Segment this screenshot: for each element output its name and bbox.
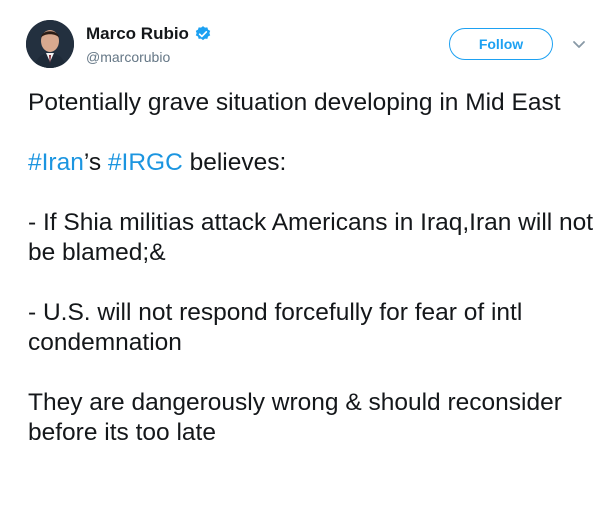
text-segment: ’s [83, 149, 108, 176]
tweet-header: Marco Rubio @marcorubio Follow [26, 18, 601, 78]
tweet-closing: They are dangerously wrong & should reco… [28, 389, 562, 446]
tweet-line-2: #Iran’s #IRGC believes: [28, 148, 598, 178]
author-name[interactable]: Marco Rubio [86, 24, 189, 44]
text-segment: believes: [182, 149, 287, 176]
name-row: Marco Rubio [86, 24, 212, 44]
avatar[interactable] [26, 20, 74, 68]
hashtag-irgc[interactable]: #IRGC [108, 149, 183, 176]
tweet-point-1: - If Shia militias attack Americans in I… [28, 209, 594, 266]
follow-button[interactable]: Follow [449, 28, 553, 60]
hashtag-iran[interactable]: #Iran [28, 149, 84, 176]
tweet-point-2: - U.S. will not respond forcefully for f… [28, 299, 523, 356]
avatar-image [26, 20, 74, 68]
author-handle[interactable]: @marcorubio [86, 49, 170, 65]
chevron-down-icon[interactable] [571, 36, 587, 52]
tweet-line-1: Potentially grave situation developing i… [28, 89, 561, 116]
tweet-text: Potentially grave situation developing i… [28, 88, 598, 478]
verified-badge-icon [195, 26, 211, 41]
